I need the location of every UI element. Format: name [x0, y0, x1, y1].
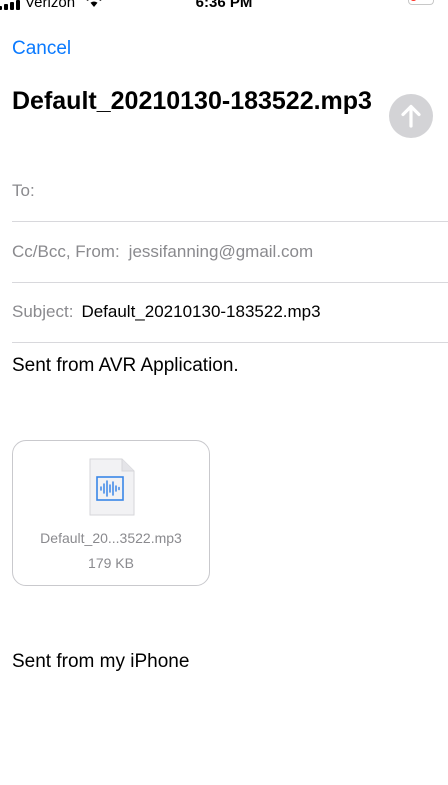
subject-label: Subject: — [12, 302, 74, 321]
status-bar: Verizon 6:36 PM — [0, 0, 448, 13]
cancel-button[interactable]: Cancel — [12, 37, 71, 61]
compose-title: Default_20210130-183522.mp3 — [12, 87, 372, 115]
message-body-text[interactable]: Sent from AVR Application. — [12, 354, 239, 378]
audio-file-icon — [89, 458, 135, 516]
cc-bcc-from-label: Cc/Bcc, From: — [12, 242, 120, 261]
battery-level — [411, 0, 416, 1]
mail-compose-screen: Verizon 6:36 PM Cancel Default_20210130-… — [0, 0, 448, 785]
signature-text[interactable]: Sent from my iPhone — [12, 650, 189, 674]
subject-field[interactable]: Subject: Default_20210130-183522.mp3 — [12, 282, 448, 343]
send-button[interactable] — [389, 94, 433, 138]
to-label: To: — [12, 181, 35, 200]
cc-bcc-from-field[interactable]: Cc/Bcc, From: jessifanning@gmail.com — [12, 222, 448, 283]
subject-value[interactable]: Default_20210130-183522.mp3 — [81, 302, 320, 322]
battery-icon — [408, 0, 434, 5]
to-field[interactable]: To: — [12, 161, 448, 222]
arrow-up-icon — [401, 104, 421, 128]
from-email: jessifanning@gmail.com — [128, 242, 314, 261]
attachment-name: Default_20...3522.mp3 — [40, 530, 182, 546]
attachment-card[interactable]: Default_20...3522.mp3 179 KB — [12, 440, 210, 586]
status-time: 6:36 PM — [195, 0, 253, 11]
attachment-size: 179 KB — [88, 555, 134, 571]
